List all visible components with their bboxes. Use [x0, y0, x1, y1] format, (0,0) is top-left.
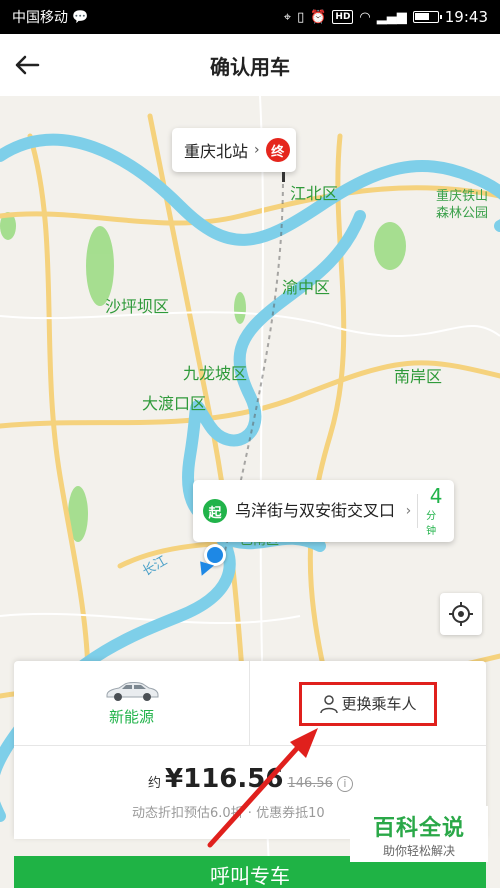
status-bar: 中国移动 💬 ⌖ ▯ ⏰ HD ◠ ▂▄▆ 19:43 [0, 0, 500, 34]
divider [417, 494, 419, 528]
estimated-price: ¥116.56 [165, 764, 284, 794]
watermark-subtitle: 助你轻松解决 [382, 843, 455, 858]
card-options-row: 新能源 更换乘车人 [14, 661, 486, 746]
poi-line-2: 森林公园 [436, 206, 489, 221]
message-icon: 💬 [72, 9, 89, 25]
info-icon[interactable]: i [336, 775, 353, 792]
car-type-option[interactable]: 新能源 [14, 661, 250, 746]
origin-name: 乌洋街与双安街交叉口 [235, 501, 396, 520]
page-title: 确认用车 [210, 54, 290, 79]
origin-bubble[interactable]: 起 乌洋街与双安街交叉口 › 4 分钟 [193, 480, 454, 542]
poi-label-tieshan: 重庆铁山 森林公园 [436, 188, 488, 222]
destination-pin-icon [282, 172, 285, 182]
destination-name: 重庆北站 [184, 142, 249, 161]
original-price: 146.56 [287, 776, 333, 791]
nav-bar: 确认用车 [0, 34, 500, 96]
eta-value: 4 [429, 484, 443, 508]
signal-icon: ▂▄▆ [376, 9, 407, 25]
clock: 19:43 [444, 8, 488, 26]
price-prefix: 约 [148, 776, 162, 791]
arrow-left-icon [15, 55, 40, 75]
wifi-icon: ◠ [359, 9, 371, 25]
vibrate-icon: ▯ [297, 9, 305, 25]
destination-bubble[interactable]: 重庆北站 › 终 [172, 128, 296, 172]
change-passenger-button[interactable]: 更换乘车人 [299, 681, 437, 726]
chevron-right-icon: › [405, 503, 412, 519]
district-label-yuzhong: 渝中区 [282, 278, 331, 297]
discount-text: 动态折扣预估6.0折 · 优惠券抵10 [132, 806, 325, 821]
car-type-label: 新能源 [108, 708, 154, 726]
district-label-shapingba: 沙坪坝区 [105, 297, 170, 316]
car-icon [106, 682, 158, 701]
chevron-right-icon: › [254, 142, 260, 158]
change-passenger-cell: 更换乘车人 [250, 661, 486, 746]
watermark-title: 百科全说 [372, 815, 465, 841]
hd-badge: HD [332, 10, 354, 24]
district-label-jiangbei: 江北区 [290, 184, 339, 203]
change-passenger-label: 更换乘车人 [341, 695, 417, 713]
location-icon: ⌖ [283, 9, 292, 25]
start-badge: 起 [203, 499, 227, 523]
district-label-dadukou: 大渡口区 [142, 394, 207, 413]
poi-line-1: 重庆铁山 [436, 189, 489, 204]
alarm-icon: ⏰ [310, 9, 327, 25]
eta-unit: 分钟 [426, 511, 437, 537]
battery-icon [412, 11, 442, 23]
district-label-nanan: 南岸区 [394, 367, 443, 386]
end-badge: 终 [265, 138, 290, 162]
watermark: 百科全说 助你轻松解决 [350, 806, 488, 862]
back-button[interactable] [12, 50, 42, 80]
eta: 4 分钟 [426, 485, 446, 537]
carrier-name: 中国移动 [12, 10, 68, 26]
price-row: 约 ¥116.56 146.56 i [148, 764, 353, 794]
crosshair-icon [449, 602, 473, 626]
locate-button[interactable] [440, 593, 482, 635]
person-icon [320, 694, 339, 713]
district-label-jiulongpo: 九龙坡区 [183, 364, 248, 383]
